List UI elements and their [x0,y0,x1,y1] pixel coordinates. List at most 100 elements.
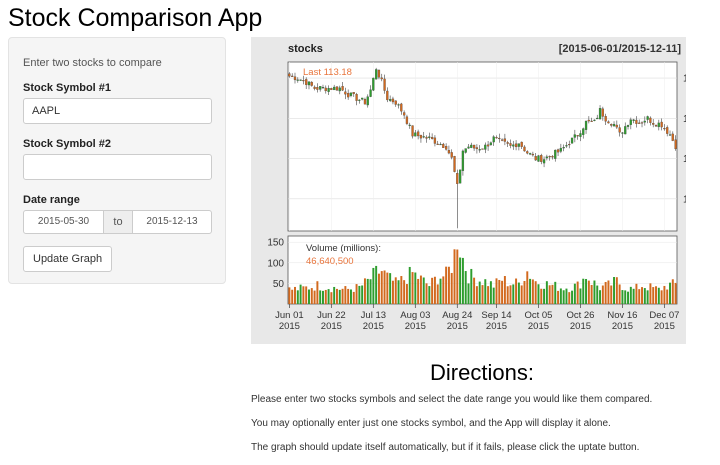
volume-bar [442,276,445,304]
x-tick-label: Jun 22 [317,310,346,321]
volume-bar [534,281,537,304]
volume-bar [310,288,313,304]
candle-body [383,78,386,91]
volume-bar [548,285,551,304]
volume-bar [389,273,392,304]
volume-bar [607,280,610,304]
candle-body [458,169,462,184]
stock-symbol-1-label: Stock Symbol #1 [23,82,112,94]
volume-bar [618,284,621,304]
candle-body [349,92,353,96]
candle-body [475,147,479,150]
candle-body [632,119,635,121]
volume-bar [447,266,450,304]
volume-bar [509,285,512,304]
volume-bar [294,286,296,304]
candle-body [335,86,339,91]
volume-bar [484,279,487,304]
volume-bar [319,290,322,304]
candle-body [288,73,291,77]
volume-bar [520,285,523,304]
candle-body [430,137,434,139]
volume-bar [495,278,498,304]
volume-bar [397,280,400,304]
candle-body [321,86,325,89]
volume-bar [585,278,588,304]
candle-body [464,148,467,153]
volume-bar [624,290,627,304]
candle-body [671,133,674,141]
candle-body [654,125,658,127]
volume-bar [411,272,414,304]
stock-symbol-1-input[interactable] [23,98,212,124]
volume-bar [308,289,310,304]
candle-body [604,116,607,122]
volume-bar [372,267,375,304]
price-plot-area [287,61,678,232]
candle-body [635,119,638,124]
volume-bar [386,272,389,304]
price-tick-label: 100 [683,194,686,205]
stock-symbol-2-input[interactable] [23,154,212,180]
candle-body [313,86,316,89]
volume-bar [526,271,529,304]
volume-bar [537,284,540,304]
candle-body [598,108,602,120]
candle-body [436,143,439,145]
candle-body [389,99,392,101]
volume-bar [632,288,635,304]
candle-body [397,104,400,106]
x-tick-year: 2015 [612,321,633,332]
volume-tick-label: 150 [267,238,284,249]
candle-body [447,150,451,154]
volume-bar [391,280,394,304]
x-tick-year: 2015 [321,321,342,332]
volume-bar [568,292,571,304]
candle-body [400,103,403,112]
candle-body [498,137,501,140]
date-end-input[interactable]: 2015-12-13 [132,210,212,234]
volume-bar [425,283,428,304]
volume-bar [341,288,344,304]
candle-body [638,122,641,124]
candle-body [333,86,336,91]
candle-body [568,144,571,146]
candle-body [363,99,367,105]
volume-bar [599,290,602,304]
candle-body [601,108,604,117]
candle-body [582,128,585,135]
candle-body [439,143,442,146]
candle-body [500,139,504,141]
candle-body [450,152,453,158]
candle-body [361,97,364,100]
candle-body [520,141,523,147]
sidebar-intro-text: Enter two stocks to compare [23,57,162,69]
candle-body [565,145,568,147]
volume-bar [383,270,386,304]
candle-body [380,77,383,80]
volume-bar [596,285,599,304]
candle-body [548,156,551,158]
candle-body [403,112,406,116]
candle-body [330,88,333,91]
candle-body [369,89,372,97]
candle-body [299,79,302,81]
volume-bar [459,257,462,304]
x-tick-year: 2015 [570,321,591,332]
x-tick-label: Aug 03 [400,310,430,321]
candle-body [495,137,498,139]
date-start-input[interactable]: 2015-05-30 [23,210,104,234]
directions-paragraph-2: You may optionally enter just one stocks… [251,418,611,429]
volume-bar [551,284,554,304]
update-graph-button[interactable]: Update Graph [23,246,113,272]
candle-body [414,132,417,137]
volume-bar [515,278,518,304]
x-tick-year: 2015 [279,321,300,332]
volume-bar [473,277,476,304]
candle-body [347,92,350,98]
candle-body [428,136,431,138]
volume-bar [403,280,406,304]
volume-value-label: 46,640,500 [306,256,354,267]
candle-body [486,144,490,147]
volume-bar [627,291,630,304]
